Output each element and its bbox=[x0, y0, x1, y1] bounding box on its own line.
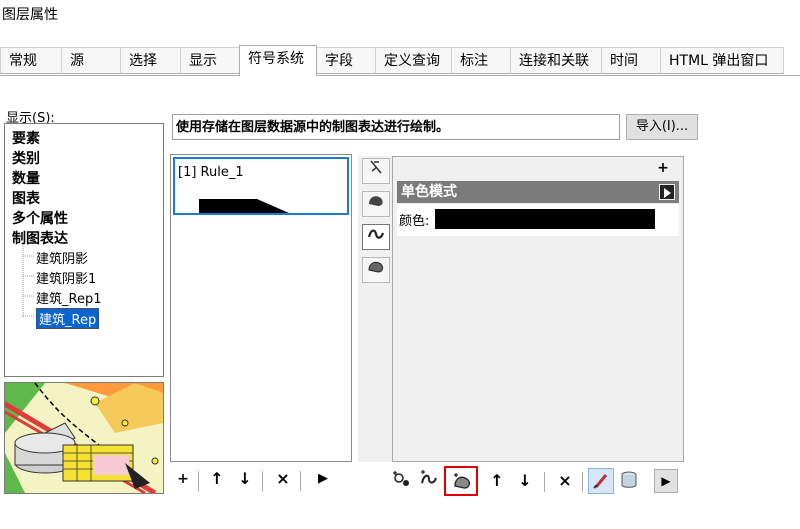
add-rule-icon[interactable]: + bbox=[172, 468, 194, 490]
tree-category-features[interactable]: 要素 bbox=[12, 128, 40, 148]
rule-list[interactable]: [1] Rule_1 bbox=[170, 154, 352, 462]
rule-label: [1] Rule_1 bbox=[178, 165, 244, 180]
stroke-layer-icon[interactable] bbox=[362, 224, 390, 250]
tree-item-representation[interactable]: 建筑阴影 bbox=[36, 248, 88, 267]
tab-fields[interactable]: 字段 bbox=[316, 47, 376, 74]
symbol-layer-strip bbox=[358, 156, 392, 462]
color-swatch[interactable] bbox=[435, 209, 655, 229]
tab-display[interactable]: 显示 bbox=[180, 47, 240, 74]
window-title: 图层属性 bbox=[2, 7, 58, 23]
toolbar-separator bbox=[262, 471, 263, 491]
symbology-preview-image bbox=[4, 382, 164, 494]
tree-category-quantities[interactable]: 数量 bbox=[12, 168, 40, 188]
remove-rule-icon[interactable]: × bbox=[272, 468, 294, 490]
section-menu-arrow-icon[interactable] bbox=[659, 184, 675, 200]
renderer-tree[interactable]: 要素 类别 数量 图表 多个属性 制图表达 建筑阴影 建筑阴影1 建筑_Rep1… bbox=[4, 123, 164, 377]
layer-toolbar: ↑ ↓ × ▶ bbox=[388, 466, 688, 496]
tab-symbology[interactable]: 符号系统 bbox=[239, 45, 317, 76]
move-down-icon[interactable]: ↓ bbox=[234, 468, 256, 490]
brush-toggle-icon[interactable] bbox=[588, 468, 614, 494]
tree-item-representation[interactable]: 建筑_Rep1 bbox=[36, 288, 101, 307]
section-title: 单色模式 bbox=[401, 184, 457, 200]
tab-baseline bbox=[0, 75, 800, 76]
remove-layer-icon[interactable]: × bbox=[554, 470, 576, 492]
tab-strip: 常规 源 选择 显示 符号系统 字段 定义查询 标注 连接和关联 时间 HTML… bbox=[0, 45, 800, 76]
move-down-icon[interactable]: ↓ bbox=[514, 470, 536, 492]
tree-category-representations[interactable]: 制图表达 bbox=[12, 228, 68, 248]
move-up-icon[interactable]: ↑ bbox=[206, 468, 228, 490]
rule-symbol-swatch bbox=[199, 199, 289, 213]
tree-category-charts[interactable]: 图表 bbox=[12, 188, 40, 208]
color-label: 颜色: bbox=[399, 214, 430, 229]
fill-layer-icon[interactable] bbox=[362, 257, 390, 283]
tree-item-representation-selected[interactable]: 建筑_Rep bbox=[36, 308, 100, 329]
import-button[interactable]: 导入(I)... bbox=[626, 114, 698, 140]
tab-html-popup[interactable]: HTML 弹出窗口 bbox=[660, 47, 784, 74]
database-icon[interactable] bbox=[618, 470, 640, 492]
add-marker-layer-icon[interactable] bbox=[390, 469, 412, 491]
color-property-row: 颜色: bbox=[397, 204, 679, 236]
move-up-icon[interactable]: ↑ bbox=[486, 470, 508, 492]
geometric-effect-icon[interactable] bbox=[362, 158, 390, 184]
toolbar-separator bbox=[544, 472, 545, 492]
layer-properties-panel: + 单色模式 颜色: bbox=[392, 156, 684, 462]
add-fill-layer-button-highlighted[interactable] bbox=[444, 466, 478, 496]
tab-labels[interactable]: 标注 bbox=[451, 47, 511, 74]
tree-category-multiple-attributes[interactable]: 多个属性 bbox=[12, 208, 68, 228]
toolbar-separator bbox=[198, 471, 199, 491]
renderer-description: 使用存储在图层数据源中的制图表达进行绘制。 bbox=[172, 114, 620, 140]
tab-joins-relates[interactable]: 连接和关联 bbox=[510, 47, 602, 74]
tree-item-representation[interactable]: 建筑阴影1 bbox=[36, 268, 96, 287]
rule-toolbar: + ↑ ↓ × ▶ bbox=[172, 468, 342, 494]
tree-category-categories[interactable]: 类别 bbox=[12, 148, 40, 168]
more-options-icon[interactable]: ▶ bbox=[312, 468, 334, 490]
tab-definition-query[interactable]: 定义查询 bbox=[375, 47, 452, 74]
tab-general[interactable]: 常规 bbox=[0, 47, 62, 74]
toolbar-separator bbox=[300, 471, 301, 491]
section-header-solid-color: 单色模式 bbox=[397, 181, 679, 203]
tab-selection[interactable]: 选择 bbox=[120, 47, 181, 74]
toolbar-separator bbox=[582, 472, 583, 492]
more-options-icon[interactable]: ▶ bbox=[654, 469, 678, 493]
rule-item-selected[interactable]: [1] Rule_1 bbox=[173, 157, 349, 215]
tab-time[interactable]: 时间 bbox=[601, 47, 661, 74]
expand-all-button[interactable]: + bbox=[656, 161, 670, 175]
add-stroke-layer-icon[interactable] bbox=[418, 469, 440, 491]
fill-layer-icon[interactable] bbox=[362, 191, 390, 217]
tab-source[interactable]: 源 bbox=[61, 47, 121, 74]
